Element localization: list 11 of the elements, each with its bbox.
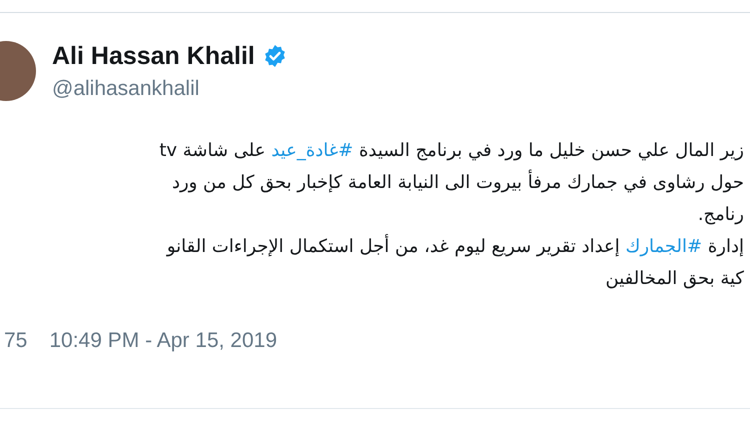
tweet-text-line: رنامج.	[696, 203, 744, 227]
hashtag-link[interactable]: #الجمارك	[626, 236, 702, 257]
author-name[interactable]: Ali Hassan Khalil	[52, 42, 255, 70]
tweet-text-line: كية بحق المخالفين	[604, 267, 744, 291]
tweet-text-line: حول رشاوى في جمارك مرفأ بيروت الى النيابة العامة كإخبار بحق كل من ورد	[0, 167, 744, 199]
hashtag-link[interactable]: #غادة_عيد	[271, 140, 354, 161]
tweet-timestamp[interactable]: 10:49 PM - Apr 15, 2019	[49, 329, 278, 353]
tweet-text-line: زير المال علي حسن خليل ما ورد في برنامج السيدة #غادة_عيد على شاشة tv	[158, 139, 744, 163]
count-text: 75	[4, 329, 28, 353]
author-handle[interactable]: @alihasankhalil	[52, 76, 287, 100]
tweet-text-line: إدارة #الجمارك إعداد تقرير سريع ليوم غد، من أجل استكمال الإجراءات القانو	[165, 233, 744, 259]
